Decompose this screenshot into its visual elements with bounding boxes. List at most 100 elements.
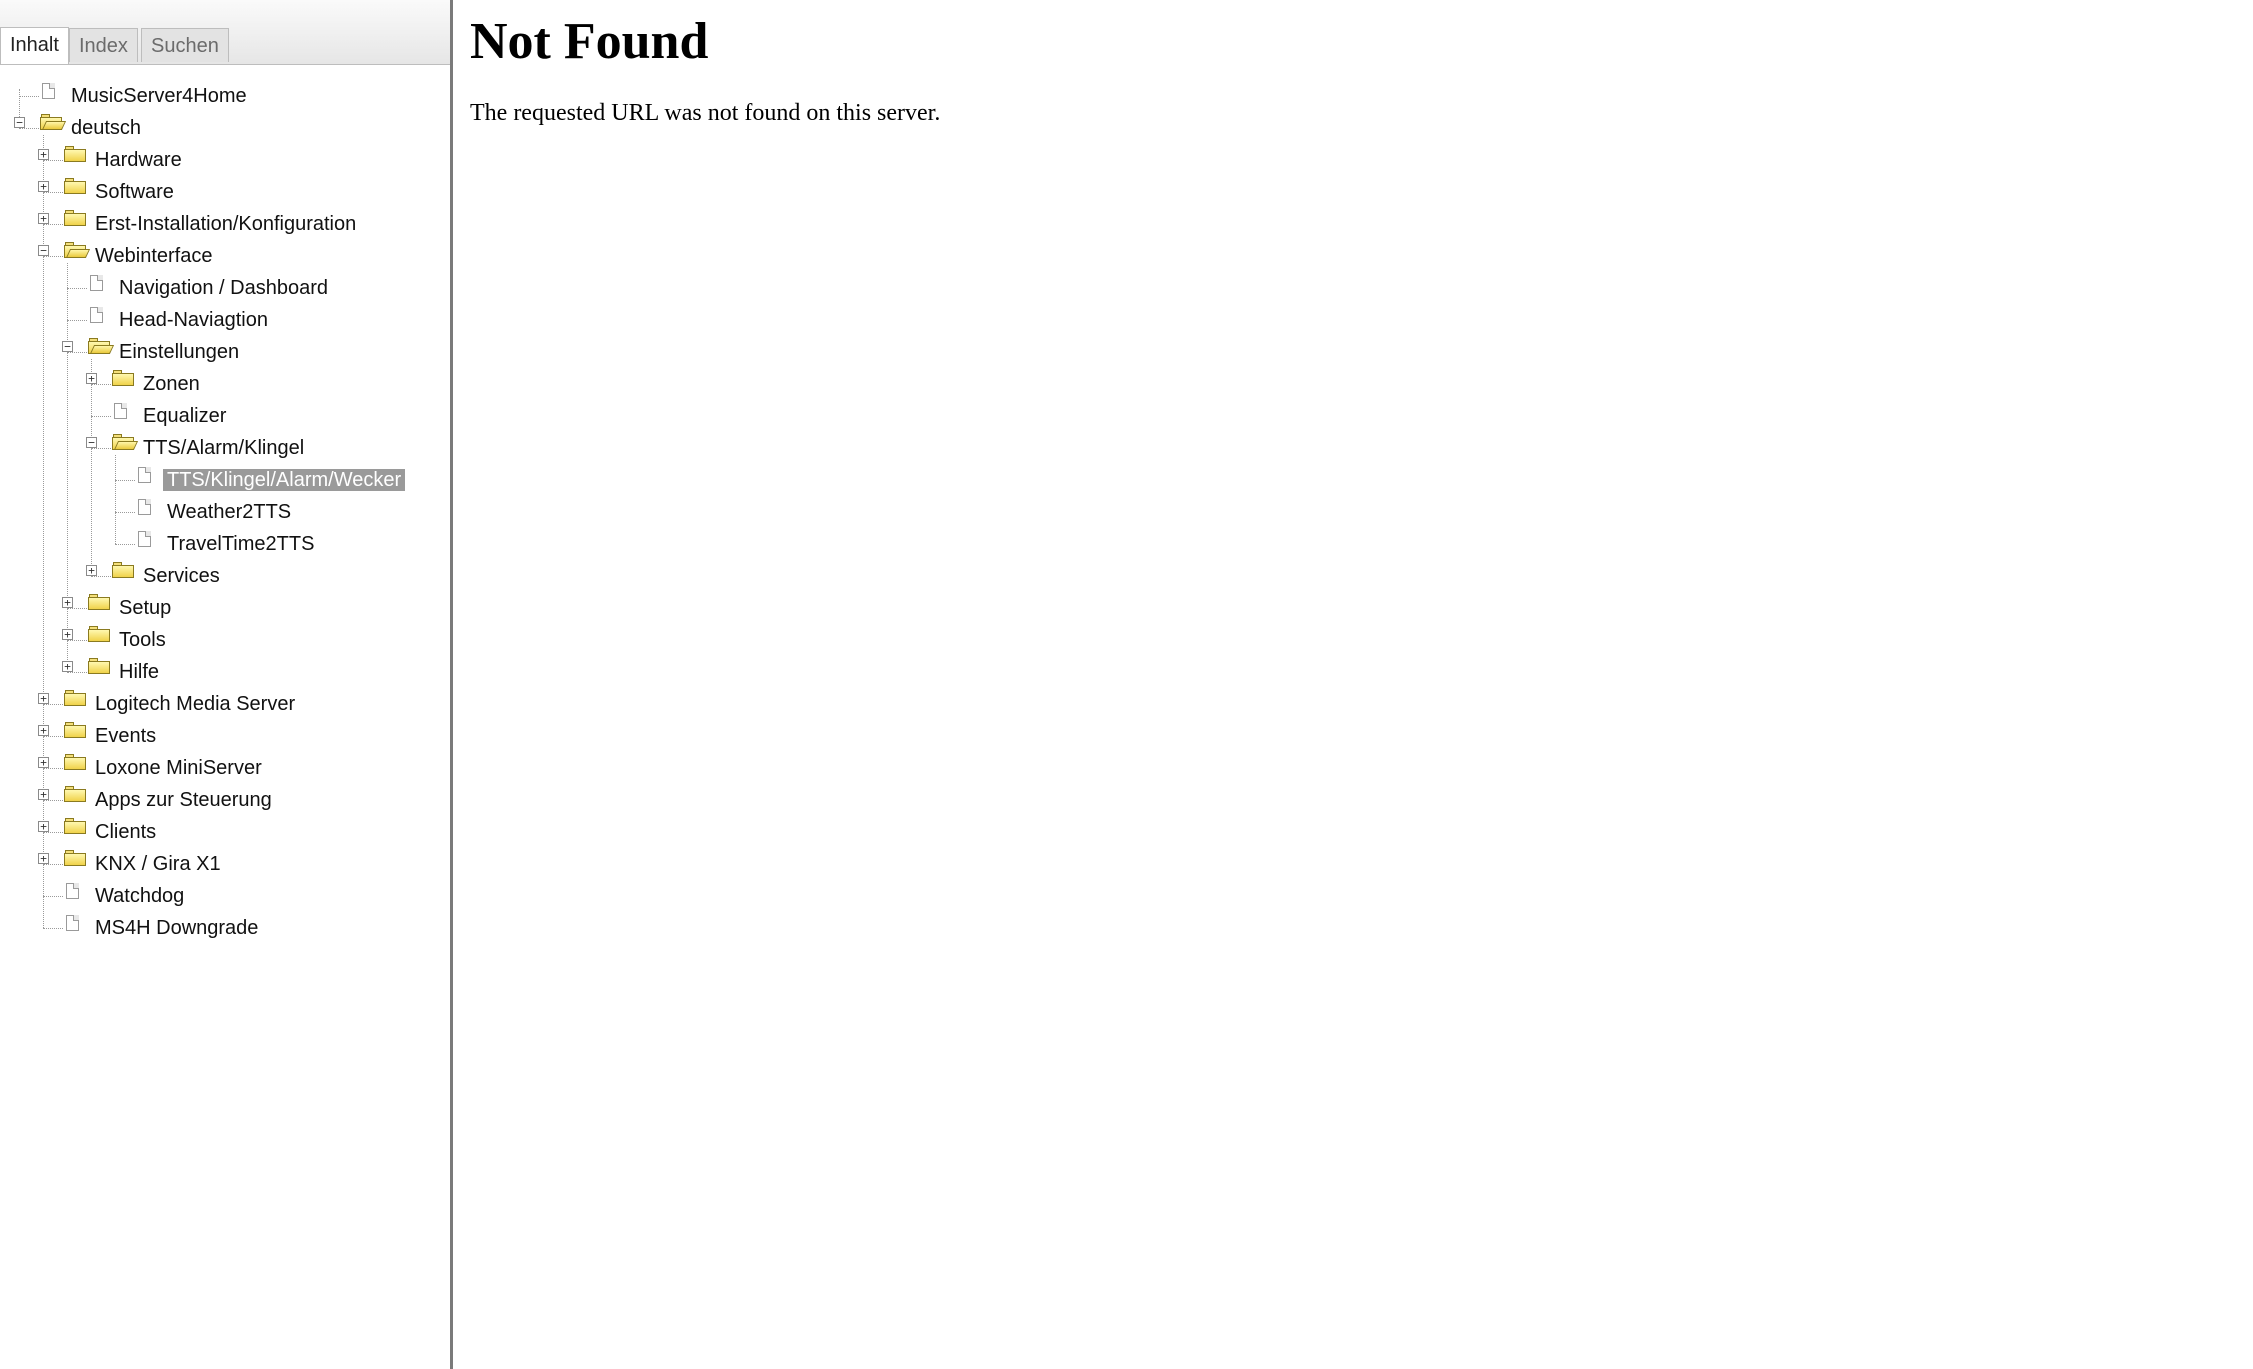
tree-item-label[interactable]: Logitech Media Server bbox=[91, 693, 299, 715]
tree-item-label[interactable]: Navigation / Dashboard bbox=[115, 277, 332, 299]
expand-icon[interactable]: + bbox=[38, 821, 49, 832]
page-icon bbox=[66, 915, 79, 931]
expand-icon[interactable]: + bbox=[38, 853, 49, 864]
tree-item-label[interactable]: MusicServer4Home bbox=[67, 85, 251, 107]
tab-index[interactable]: Index bbox=[69, 28, 138, 62]
tree-item-head-naviagtion[interactable]: Head-Naviagtion bbox=[115, 305, 272, 335]
tree-item-label[interactable]: Apps zur Steuerung bbox=[91, 789, 276, 811]
expand-icon[interactable]: + bbox=[86, 565, 97, 576]
tree-item-navigation-dashboard[interactable]: Navigation / Dashboard bbox=[115, 273, 332, 303]
folder-icon bbox=[112, 562, 134, 578]
page-icon bbox=[42, 83, 55, 99]
tree-item-label[interactable]: Watchdog bbox=[91, 885, 188, 907]
collapse-icon[interactable]: − bbox=[62, 341, 73, 352]
tree-item-clients[interactable]: Clients bbox=[91, 817, 160, 847]
tree-item-apps-zur-steuerung[interactable]: Apps zur Steuerung bbox=[91, 785, 276, 815]
tree-item-knx-gira-x1[interactable]: KNX / Gira X1 bbox=[91, 849, 225, 879]
tree-item-tts-klingel-alarm-wecker[interactable]: TTS/Klingel/Alarm/Wecker bbox=[163, 465, 406, 495]
tree-item-webinterface[interactable]: Webinterface bbox=[91, 241, 216, 271]
pane-tab-bar: Inhalt Index Suchen bbox=[0, 0, 450, 65]
tree-item-label[interactable]: TTS/Klingel/Alarm/Wecker bbox=[163, 469, 406, 491]
tree-item-label[interactable]: Equalizer bbox=[139, 405, 230, 427]
help-navigation-pane: Inhalt Index Suchen MusicServer4Home − deu… bbox=[0, 0, 453, 1369]
expand-icon[interactable]: + bbox=[62, 597, 73, 608]
tab-inhalt[interactable]: Inhalt bbox=[0, 27, 69, 64]
tree-item-musicserver4home[interactable]: MusicServer4Home bbox=[67, 81, 251, 111]
tree-item-label[interactable]: Services bbox=[139, 565, 224, 587]
tree-connector-line bbox=[91, 359, 92, 576]
tab-suchen[interactable]: Suchen bbox=[141, 28, 229, 62]
open-folder-icon bbox=[40, 114, 67, 130]
collapse-icon[interactable]: − bbox=[38, 245, 49, 256]
tree-item-label[interactable]: TTS/Alarm/Klingel bbox=[139, 437, 308, 459]
tree-item-label[interactable]: Events bbox=[91, 725, 160, 747]
tree-item-equalizer[interactable]: Equalizer bbox=[139, 401, 230, 431]
tree-item-label[interactable]: Weather2TTS bbox=[163, 501, 295, 523]
expand-icon[interactable]: + bbox=[38, 693, 49, 704]
tree-connector-line bbox=[115, 480, 135, 481]
folder-icon bbox=[88, 658, 110, 674]
expand-icon[interactable]: + bbox=[38, 213, 49, 224]
folder-icon bbox=[64, 786, 86, 802]
tree-item-weather2tts[interactable]: Weather2TTS bbox=[163, 497, 295, 527]
contents-tree: MusicServer4Home − deutsch + Hardware + Softwa… bbox=[0, 64, 450, 1364]
page-icon bbox=[138, 499, 151, 515]
folder-icon bbox=[64, 178, 86, 194]
tree-item-label[interactable]: Zonen bbox=[139, 373, 204, 395]
tree-item-label[interactable]: Head-Naviagtion bbox=[115, 309, 272, 331]
page-icon bbox=[138, 531, 151, 547]
page-icon bbox=[90, 275, 103, 291]
tree-item-erst-installation-konfiguration[interactable]: Erst-Installation/Konfiguration bbox=[91, 209, 360, 239]
tree-item-ms4h-downgrade[interactable]: MS4H Downgrade bbox=[91, 913, 262, 943]
tree-item-hardware[interactable]: Hardware bbox=[91, 145, 186, 175]
collapse-icon[interactable]: − bbox=[86, 437, 97, 448]
expand-icon[interactable]: + bbox=[38, 789, 49, 800]
error-message: The requested URL was not found on this … bbox=[470, 100, 941, 126]
tree-item-label[interactable]: Hilfe bbox=[115, 661, 163, 683]
expand-icon[interactable]: + bbox=[86, 373, 97, 384]
tree-item-label[interactable]: MS4H Downgrade bbox=[91, 917, 262, 939]
tree-item-zonen[interactable]: Zonen bbox=[139, 369, 204, 399]
tree-item-label[interactable]: Loxone MiniServer bbox=[91, 757, 266, 779]
tree-item-hilfe[interactable]: Hilfe bbox=[115, 657, 163, 687]
tree-item-watchdog[interactable]: Watchdog bbox=[91, 881, 188, 911]
folder-icon bbox=[64, 754, 86, 770]
tree-item-label[interactable]: Webinterface bbox=[91, 245, 216, 267]
expand-icon[interactable]: + bbox=[38, 149, 49, 160]
tree-item-setup[interactable]: Setup bbox=[115, 593, 175, 623]
tree-item-label[interactable]: deutsch bbox=[67, 117, 145, 139]
tree-item-traveltime2tts[interactable]: TravelTime2TTS bbox=[163, 529, 318, 559]
page-icon bbox=[90, 307, 103, 323]
open-folder-icon bbox=[88, 338, 115, 354]
page-title: Not Found bbox=[470, 13, 709, 70]
page-icon bbox=[66, 883, 79, 899]
collapse-icon[interactable]: − bbox=[14, 117, 25, 128]
tree-connector-line bbox=[67, 263, 68, 672]
tree-item-label[interactable]: Tools bbox=[115, 629, 170, 651]
tree-item-services[interactable]: Services bbox=[139, 561, 224, 591]
tree-item-loxone-miniserver[interactable]: Loxone MiniServer bbox=[91, 753, 266, 783]
tree-item-tools[interactable]: Tools bbox=[115, 625, 170, 655]
tree-connector-line bbox=[115, 455, 116, 544]
tree-item-events[interactable]: Events bbox=[91, 721, 160, 751]
expand-icon[interactable]: + bbox=[62, 661, 73, 672]
tree-item-label[interactable]: Hardware bbox=[91, 149, 186, 171]
tree-connector-line bbox=[43, 896, 63, 897]
tree-item-einstellungen[interactable]: Einstellungen bbox=[115, 337, 243, 367]
expand-icon[interactable]: + bbox=[38, 181, 49, 192]
tree-item-label[interactable]: Clients bbox=[91, 821, 160, 843]
tree-item-deutsch[interactable]: deutsch bbox=[67, 113, 145, 143]
tree-item-logitech-media-server[interactable]: Logitech Media Server bbox=[91, 689, 299, 719]
tree-item-tts-alarm-klingel[interactable]: TTS/Alarm/Klingel bbox=[139, 433, 308, 463]
tree-item-label[interactable]: Erst-Installation/Konfiguration bbox=[91, 213, 360, 235]
folder-icon bbox=[64, 210, 86, 226]
tree-item-label[interactable]: Software bbox=[91, 181, 178, 203]
tree-item-label[interactable]: Setup bbox=[115, 597, 175, 619]
expand-icon[interactable]: + bbox=[38, 757, 49, 768]
tree-item-label[interactable]: KNX / Gira X1 bbox=[91, 853, 225, 875]
expand-icon[interactable]: + bbox=[38, 725, 49, 736]
tree-item-software[interactable]: Software bbox=[91, 177, 178, 207]
tree-item-label[interactable]: TravelTime2TTS bbox=[163, 533, 318, 555]
tree-item-label[interactable]: Einstellungen bbox=[115, 341, 243, 363]
expand-icon[interactable]: + bbox=[62, 629, 73, 640]
